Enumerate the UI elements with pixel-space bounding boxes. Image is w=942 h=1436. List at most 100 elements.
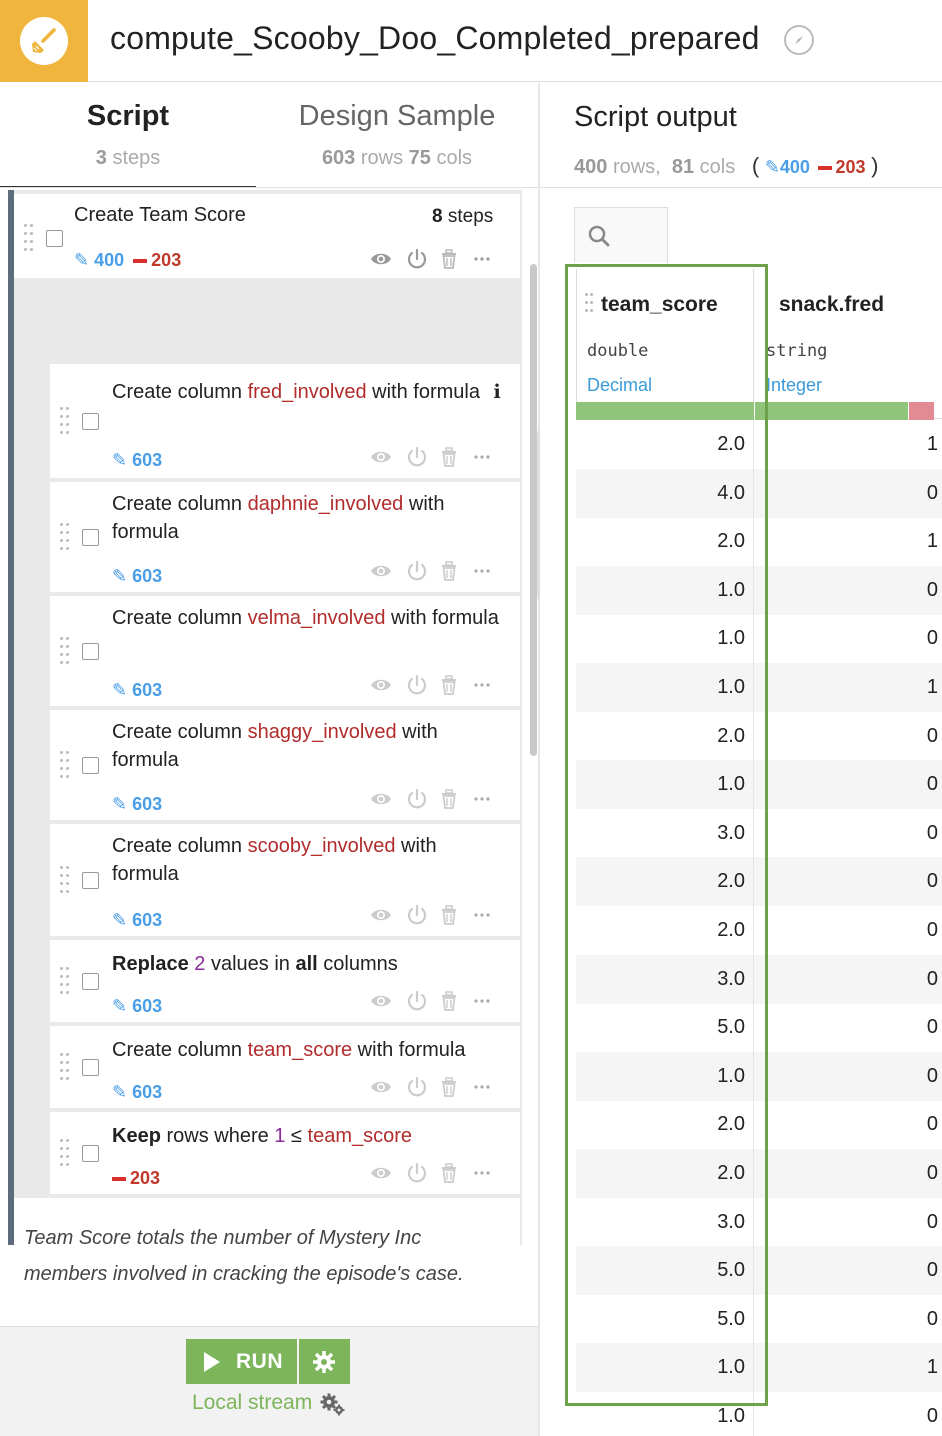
trash-icon[interactable]: [438, 788, 460, 810]
engine-selector[interactable]: Local stream: [192, 1391, 345, 1416]
more-options-icon[interactable]: [472, 990, 494, 1012]
table-row[interactable]: 1.0 1: [576, 663, 942, 712]
power-icon[interactable]: [406, 990, 428, 1012]
cell-snack-fred[interactable]: 0: [755, 1052, 942, 1101]
cell-team-score[interactable]: 2.0: [576, 517, 754, 567]
column-name[interactable]: team_score: [601, 293, 718, 317]
cell-snack-fred[interactable]: 0: [755, 857, 942, 906]
eye-icon[interactable]: [370, 788, 392, 810]
step-card[interactable]: Create column fred_involved with formula…: [50, 364, 520, 478]
more-options-icon[interactable]: [472, 674, 494, 696]
step-card[interactable]: Replace 2 values in all columns ✎ 603: [50, 940, 520, 1022]
cell-team-score[interactable]: 5.0: [576, 1294, 754, 1344]
more-options-icon[interactable]: [472, 560, 494, 582]
drag-handle-icon[interactable]: [60, 407, 70, 435]
tab-design-sample[interactable]: Design Sample 603 rows 75 cols: [256, 83, 538, 188]
cell-team-score[interactable]: 2.0: [576, 1100, 754, 1150]
power-icon[interactable]: [406, 1162, 428, 1184]
drag-handle-icon[interactable]: [60, 967, 70, 995]
cell-snack-fred[interactable]: 0: [755, 469, 942, 518]
table-row[interactable]: 5.0 0: [576, 1294, 942, 1344]
column-storage-type[interactable]: double: [587, 341, 648, 361]
trash-icon[interactable]: [438, 674, 460, 696]
cell-team-score[interactable]: 2.0: [576, 711, 754, 761]
drag-handle-icon[interactable]: [765, 293, 775, 321]
drag-handle-icon[interactable]: [24, 224, 34, 252]
drag-handle-icon[interactable]: [60, 866, 70, 894]
power-icon[interactable]: [406, 788, 428, 810]
more-options-icon[interactable]: [472, 904, 494, 926]
power-icon[interactable]: [406, 1076, 428, 1098]
cell-snack-fred[interactable]: 1: [755, 517, 942, 566]
more-options-icon[interactable]: [472, 446, 494, 468]
step-card[interactable]: Keep rows where 1 ≤ team_score 203: [50, 1112, 520, 1194]
drag-handle-icon[interactable]: [60, 523, 70, 551]
step-card[interactable]: Create column shaggy_involved with formu…: [50, 710, 520, 820]
table-row[interactable]: 1.0 0: [576, 1392, 942, 1436]
step-checkbox[interactable]: [82, 757, 99, 774]
tab-script[interactable]: Script 3 steps: [0, 83, 256, 188]
cell-snack-fred[interactable]: 1: [755, 1343, 942, 1392]
table-row[interactable]: 2.0 1: [576, 420, 942, 469]
cell-team-score[interactable]: 1.0: [576, 1051, 754, 1101]
cell-snack-fred[interactable]: 0: [755, 1198, 942, 1247]
drag-handle-icon[interactable]: [60, 1139, 70, 1167]
step-card[interactable]: Create column velma_involved with formul…: [50, 596, 520, 706]
eye-icon[interactable]: [370, 1076, 392, 1098]
table-row[interactable]: 3.0 0: [576, 808, 942, 858]
cell-team-score[interactable]: 2.0: [576, 906, 754, 955]
more-options-icon[interactable]: [472, 1076, 494, 1098]
step-card[interactable]: Create column daphnie_involved with form…: [50, 482, 520, 592]
trash-icon[interactable]: [438, 1076, 460, 1098]
cell-snack-fred[interactable]: 1: [755, 420, 942, 469]
power-icon[interactable]: [406, 560, 428, 582]
drag-handle-icon[interactable]: [60, 1053, 70, 1081]
cell-snack-fred[interactable]: 0: [755, 906, 942, 955]
table-row[interactable]: 3.0 0: [576, 954, 942, 1004]
cell-team-score[interactable]: 4.0: [576, 468, 754, 518]
table-row[interactable]: 2.0 1: [576, 517, 942, 567]
column-meaning[interactable]: Integer: [766, 375, 822, 396]
drag-handle-icon[interactable]: [60, 751, 70, 779]
steps-scrollbar[interactable]: [530, 264, 537, 756]
step-checkbox[interactable]: [82, 872, 99, 889]
cell-team-score[interactable]: 1.0: [576, 760, 754, 810]
trash-icon[interactable]: [438, 904, 460, 926]
trash-icon[interactable]: [438, 990, 460, 1012]
cell-snack-fred[interactable]: 0: [755, 955, 942, 1004]
eye-icon[interactable]: [370, 904, 392, 926]
cell-snack-fred[interactable]: 0: [755, 1295, 942, 1344]
info-icon[interactable]: i: [494, 381, 501, 403]
trash-icon[interactable]: [438, 248, 460, 270]
run-button[interactable]: RUN: [186, 1339, 297, 1384]
recipe-logo[interactable]: [0, 0, 88, 82]
drag-handle-icon[interactable]: [60, 637, 70, 665]
cell-snack-fred[interactable]: 0: [755, 614, 942, 663]
table-row[interactable]: 1.0 0: [576, 1051, 942, 1101]
cell-snack-fred[interactable]: 0: [755, 1392, 942, 1436]
cell-team-score[interactable]: 3.0: [576, 808, 754, 858]
more-options-icon[interactable]: [472, 788, 494, 810]
table-row[interactable]: 2.0 0: [576, 857, 942, 907]
table-row[interactable]: 1.0 1: [576, 1343, 942, 1393]
table-row[interactable]: 2.0 0: [576, 906, 942, 955]
step-card[interactable]: Create column scooby_involved with formu…: [50, 824, 520, 936]
run-settings-button[interactable]: [299, 1339, 350, 1384]
cell-team-score[interactable]: 1.0: [576, 614, 754, 664]
step-checkbox[interactable]: [82, 973, 99, 990]
eye-icon[interactable]: [370, 674, 392, 696]
eye-icon[interactable]: [370, 560, 392, 582]
eye-icon[interactable]: [370, 248, 392, 270]
cell-snack-fred[interactable]: 0: [755, 1003, 942, 1052]
cell-snack-fred[interactable]: 1: [755, 663, 942, 712]
table-row[interactable]: 2.0 0: [576, 711, 942, 761]
table-row[interactable]: 1.0 0: [576, 565, 942, 615]
column-header-snack-fred[interactable]: snack.fred string Integer: [755, 269, 942, 419]
trash-icon[interactable]: [438, 560, 460, 582]
column-header-team-score[interactable]: team_score double Decimal: [576, 269, 754, 419]
cell-snack-fred[interactable]: 0: [755, 760, 942, 809]
table-row[interactable]: 4.0 0: [576, 468, 942, 518]
power-icon[interactable]: [406, 674, 428, 696]
step-checkbox[interactable]: [82, 1059, 99, 1076]
more-options-icon[interactable]: [472, 1162, 494, 1184]
